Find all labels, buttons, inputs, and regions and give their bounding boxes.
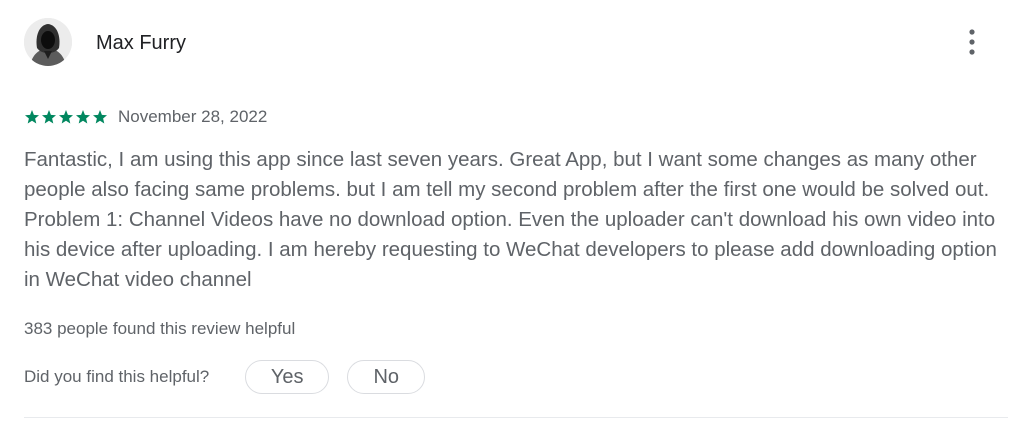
star-icon: [92, 109, 108, 125]
star-rating: [24, 109, 108, 125]
helpful-feedback: Did you find this helpful? Yes No: [24, 359, 426, 395]
more-vert-icon: [969, 29, 975, 55]
review-date: November 28, 2022: [118, 107, 268, 126]
avatar: [24, 18, 72, 66]
no-button[interactable]: No: [347, 360, 426, 394]
hooded-person-icon: [24, 18, 72, 66]
star-icon: [75, 109, 91, 125]
more-options-button[interactable]: [956, 22, 988, 62]
rating-row: November 28, 2022: [24, 104, 267, 130]
star-icon: [58, 109, 74, 125]
yes-button[interactable]: Yes: [245, 360, 330, 394]
review-card: Max Furry November 28, 2022 Fantastic, I…: [0, 0, 1028, 428]
star-icon: [24, 109, 40, 125]
helpful-question: Did you find this helpful?: [24, 367, 210, 386]
star-icon: [41, 109, 57, 125]
divider: [24, 417, 1008, 418]
helpful-count: 383 people found this review helpful: [24, 319, 296, 338]
review-text: Fantastic, I am using this app since las…: [24, 148, 997, 291]
reviewer-name: Max Furry: [96, 32, 186, 54]
